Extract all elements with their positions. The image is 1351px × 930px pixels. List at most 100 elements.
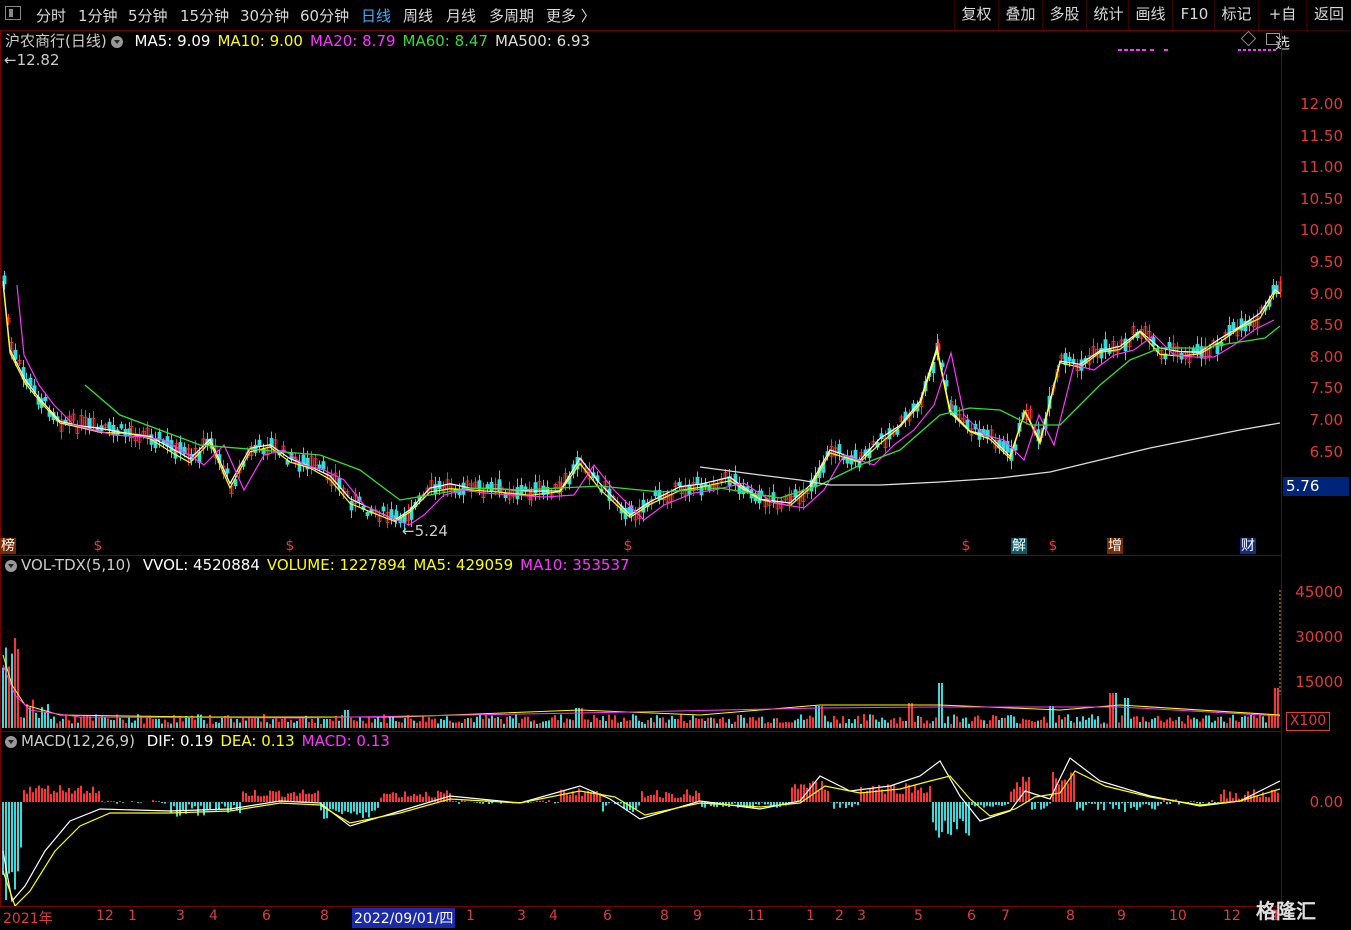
- macd-bar: [923, 793, 925, 802]
- price-axis: 12.0011.5011.0010.5010.009.509.008.508.0…: [1282, 30, 1351, 556]
- volume-bar: [977, 715, 979, 728]
- macd-chart[interactable]: [0, 731, 1282, 907]
- volume-bar: [962, 718, 964, 728]
- macd-bar: [1115, 802, 1117, 805]
- volume-bar: [719, 719, 721, 728]
- signal-dot: [1258, 49, 1261, 51]
- volume-bar: [1127, 698, 1129, 728]
- volume-bar: [818, 706, 820, 728]
- volume-bar: [110, 720, 112, 728]
- volume-bar: [797, 719, 799, 728]
- volume-bar: [1190, 719, 1192, 728]
- macd-bar: [1142, 802, 1144, 804]
- macd-bar: [1265, 797, 1267, 802]
- panel-toggle-icon[interactable]: [5, 6, 21, 20]
- macd-bar: [440, 792, 442, 802]
- macd-bar: [1094, 802, 1096, 804]
- volume-bar: [737, 715, 739, 728]
- period-tab[interactable]: 日线: [361, 5, 391, 26]
- candle-body: [1072, 359, 1075, 362]
- volume-bar: [1022, 719, 1024, 728]
- period-tab[interactable]: 15分钟: [180, 5, 229, 26]
- volume-bar: [689, 720, 691, 728]
- volume-unit: X100: [1286, 712, 1330, 731]
- period-tab[interactable]: 分时: [36, 5, 66, 26]
- volume-bar: [1193, 718, 1195, 728]
- volume-bar: [575, 708, 577, 728]
- period-tab[interactable]: 周线: [403, 5, 433, 26]
- candle-body: [322, 462, 325, 469]
- volume-bar: [695, 718, 697, 728]
- volume-bar: [479, 714, 481, 728]
- toolbar-action-button[interactable]: 统计: [1086, 0, 1130, 29]
- period-tab[interactable]: 5分钟: [128, 5, 168, 26]
- toolbar-action-button[interactable]: 标记: [1214, 0, 1258, 29]
- volume-bar: [257, 718, 259, 728]
- toolbar-action-button[interactable]: 多股: [1042, 0, 1086, 29]
- macd-bar: [179, 802, 181, 816]
- candle-body: [44, 397, 47, 400]
- volume-bar: [1160, 720, 1162, 728]
- volume-bar: [503, 724, 505, 728]
- volume-bar: [1091, 714, 1093, 728]
- candle-body: [941, 363, 944, 367]
- volume-bar: [2, 668, 4, 728]
- macd-bar: [653, 795, 655, 802]
- macd-bar: [965, 802, 967, 833]
- macd-bar: [767, 802, 769, 804]
- macd-bar: [365, 802, 367, 812]
- period-tab[interactable]: 更多 〉: [546, 5, 596, 26]
- volume-bar: [1010, 715, 1012, 728]
- volume-bar: [827, 721, 829, 728]
- macd-bar: [1166, 802, 1168, 804]
- volume-bar: [1040, 720, 1042, 728]
- macd-bar: [89, 793, 91, 802]
- period-tab[interactable]: 30分钟: [240, 5, 289, 26]
- volume-bar: [254, 717, 256, 728]
- volume-chart[interactable]: [0, 555, 1282, 732]
- toolbar-action-button[interactable]: 画线: [1128, 0, 1172, 29]
- volume-bar: [641, 722, 643, 728]
- macd-bar: [1124, 802, 1126, 812]
- volume-bar: [278, 722, 280, 728]
- macd-bar: [41, 788, 43, 802]
- period-tab[interactable]: 60分钟: [300, 5, 349, 26]
- volume-bar: [494, 718, 496, 728]
- volume-bar: [806, 719, 808, 728]
- period-tab[interactable]: 月线: [446, 5, 476, 26]
- candle-body: [318, 465, 321, 468]
- macd-bar: [554, 802, 556, 803]
- macd-bar: [257, 796, 259, 802]
- toolbar-action-button[interactable]: 叠加: [998, 0, 1042, 29]
- macd-bar: [602, 802, 604, 812]
- macd-bar: [827, 791, 829, 802]
- volume-bar: [5, 647, 7, 728]
- volume-bar: [902, 721, 904, 728]
- toolbar-action-button[interactable]: +自选: [1258, 0, 1306, 29]
- volume-bar: [1277, 688, 1279, 728]
- volume-bar: [410, 718, 412, 728]
- volume-bar: [959, 722, 961, 728]
- macd-bar: [905, 783, 907, 802]
- macd-bar: [455, 801, 457, 802]
- macd-bar: [548, 800, 550, 802]
- date-label: 3: [517, 908, 526, 924]
- volume-bar: [95, 715, 97, 728]
- macd-bar: [911, 793, 913, 802]
- toolbar-action-button[interactable]: 返回: [1306, 0, 1351, 29]
- date-label: 2: [835, 908, 844, 924]
- macd-bar: [1067, 783, 1069, 802]
- macd-bar: [380, 798, 382, 802]
- candle-body: [298, 462, 301, 471]
- period-tab[interactable]: 1分钟: [78, 5, 118, 26]
- volume-bar: [155, 719, 157, 728]
- date-label: 8: [320, 908, 329, 924]
- macd-bar: [929, 786, 931, 802]
- volume-bar: [551, 717, 553, 728]
- period-tab[interactable]: 多周期: [489, 5, 534, 26]
- toolbar-action-button[interactable]: F10: [1172, 0, 1216, 29]
- price-chart[interactable]: [0, 30, 1282, 556]
- toolbar-action-button[interactable]: 复权: [954, 0, 998, 29]
- volume-bar: [122, 720, 124, 728]
- candle-body: [888, 429, 891, 439]
